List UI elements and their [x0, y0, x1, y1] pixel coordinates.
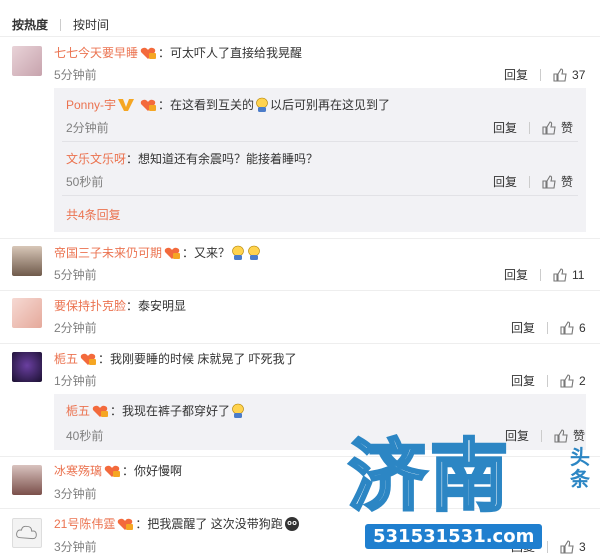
avatar[interactable] — [12, 298, 42, 328]
comment-text: ：你好慢啊 — [122, 464, 183, 478]
like-label[interactable]: 赞 — [561, 173, 573, 190]
like-count[interactable]: 6 — [579, 321, 586, 335]
commenter-name[interactable]: 21号陈伟霆 — [54, 515, 115, 532]
commenter-name[interactable]: 帝国三子未来仍可期 — [54, 244, 162, 261]
reply-button[interactable]: 回复 — [511, 319, 535, 336]
commenter-name[interactable]: 七七今天要早睡 — [54, 44, 138, 61]
comment-time: 5分钟前 — [54, 268, 97, 282]
like-count[interactable]: 37 — [572, 68, 585, 82]
like-label[interactable]: 赞 — [573, 427, 585, 444]
reply-button[interactable]: 回复 — [493, 119, 517, 136]
verified-v-icon — [118, 98, 135, 111]
more-replies-link[interactable]: 共4条回复 — [66, 206, 121, 223]
reply-text: ：想知道还有余震吗？能接着睡吗？ — [126, 152, 319, 166]
like-count[interactable]: 3 — [579, 540, 586, 554]
avatar[interactable] — [12, 246, 42, 276]
reply-box: 栀五 ：我现在裤子都穿好了 40秒前 回复 赞 — [54, 394, 586, 450]
like-icon[interactable] — [560, 373, 574, 388]
reply-time: 50秒前 — [66, 175, 104, 189]
divider — [547, 321, 549, 334]
reply-text: 以后可别再在这见到了 — [270, 98, 391, 112]
comment-text: ：又来？ — [182, 246, 231, 260]
commenter-name[interactable]: 栀五 — [54, 350, 78, 367]
avatar[interactable] — [12, 518, 42, 548]
divider — [541, 429, 543, 442]
comment-text: ：可太吓人了直接给我晃醒 — [158, 46, 303, 60]
reply-button[interactable]: 回复 — [511, 372, 535, 389]
like-icon[interactable] — [542, 120, 556, 135]
reply-time: 2分钟前 — [66, 121, 109, 135]
divider — [0, 508, 600, 509]
reply-text: ：在这看到互关的 — [158, 98, 255, 112]
comment-time: 3分钟前 — [54, 487, 97, 501]
commenter-name[interactable]: 冰寒殇璃 — [54, 462, 102, 479]
like-count[interactable]: 2 — [579, 374, 586, 388]
watermark-sub: 头条 — [570, 445, 590, 491]
like-icon[interactable] — [542, 174, 556, 189]
divider — [0, 36, 600, 37]
reply-time: 40秒前 — [66, 429, 104, 443]
like-icon[interactable] — [560, 539, 574, 554]
emoji-icon — [248, 245, 260, 260]
sort-bar: 按热度 按时间 — [12, 16, 109, 33]
divider — [540, 268, 542, 281]
reply-button[interactable]: 回复 — [504, 266, 528, 283]
emoji-icon — [232, 403, 244, 418]
vip-badge-icon — [104, 465, 121, 477]
divider — [62, 141, 578, 142]
divider — [62, 195, 578, 196]
divider — [529, 175, 531, 188]
comment-text: ：泰安明显 — [126, 299, 187, 313]
vip-badge-icon — [80, 353, 97, 365]
reply-text: ：我现在裤子都穿好了 — [110, 404, 231, 418]
like-label[interactable]: 赞 — [561, 119, 573, 136]
divider — [540, 68, 542, 81]
commenter-name[interactable]: 栀五 — [66, 402, 90, 419]
vip-badge-icon — [92, 405, 109, 417]
comment-time: 2分钟前 — [54, 321, 97, 335]
sort-by-time[interactable]: 按时间 — [73, 16, 109, 33]
reply-button[interactable]: 回复 — [505, 427, 529, 444]
divider — [0, 290, 600, 291]
comment-text: ：我刚要睡的时候 床就晃了 吓死我了 — [98, 352, 297, 366]
divider — [60, 18, 62, 31]
vip-badge-icon — [140, 47, 157, 59]
like-icon[interactable] — [553, 267, 567, 282]
comment-time: 3分钟前 — [54, 540, 97, 554]
divider — [0, 456, 600, 457]
sort-by-hot[interactable]: 按热度 — [12, 16, 48, 33]
vip-badge-icon — [140, 99, 157, 111]
comment-time: 5分钟前 — [54, 68, 97, 82]
like-icon[interactable] — [560, 320, 574, 335]
divider — [547, 540, 549, 553]
divider — [0, 343, 600, 344]
emoji-icon — [256, 97, 268, 112]
avatar[interactable] — [12, 352, 42, 382]
cloud-avatar-icon — [16, 525, 37, 540]
avatar[interactable] — [12, 46, 42, 76]
like-icon[interactable] — [554, 428, 568, 443]
emoji-icon — [232, 245, 244, 260]
divider — [547, 374, 549, 387]
comment-time: 1分钟前 — [54, 374, 97, 388]
vip-badge-icon — [164, 247, 181, 259]
reply-button[interactable]: 回复 — [493, 173, 517, 190]
commenter-name[interactable]: Ponny-宇 — [66, 96, 116, 113]
emoji-icon — [284, 516, 299, 531]
reply-box: Ponny-宇 ：在这看到互关的 以后可别再在这见到了 2分钟前 回复 赞 文乐… — [54, 88, 586, 232]
watermark-phone: 531531531.com — [365, 524, 543, 549]
vip-badge-icon — [118, 518, 134, 530]
commenter-name[interactable]: 要保持扑克脸 — [54, 297, 126, 314]
divider — [529, 121, 531, 134]
reply-button[interactable]: 回复 — [504, 66, 528, 83]
avatar[interactable] — [12, 465, 42, 495]
divider — [0, 238, 600, 239]
commenter-name[interactable]: 文乐文乐呀 — [66, 150, 126, 167]
comment-text: ：把我震醒了 这次没带狗跑 — [135, 517, 283, 531]
like-count[interactable]: 11 — [572, 268, 584, 282]
like-icon[interactable] — [553, 67, 567, 82]
